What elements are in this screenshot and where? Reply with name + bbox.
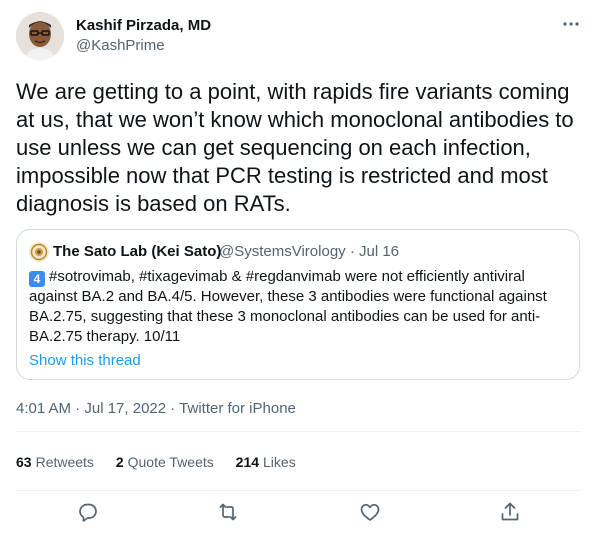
retweets-stat[interactable]: 63 Retweets (16, 452, 94, 472)
quoted-tweet[interactable]: The Sato Lab (Kei Sato) @SystemsVirology… (16, 229, 580, 380)
quote-tweets-count: 2 (115, 454, 124, 470)
likes-count: 214 (235, 454, 260, 470)
reply-icon[interactable] (76, 500, 100, 524)
retweet-icon[interactable] (216, 500, 240, 524)
author-display-name[interactable]: Kashif Pirzada, MD (76, 16, 211, 36)
likes-stat[interactable]: 214 Likes (236, 452, 296, 472)
share-icon[interactable] (498, 500, 522, 524)
retweets-count: 63 (16, 454, 32, 470)
show-thread-link[interactable]: Show this thread (29, 351, 141, 371)
tweet-header: Kashif Pirzada, MD @KashPrime (16, 12, 582, 60)
tweet-timestamp[interactable]: 4:01 AM · Jul 17, 2022 · Twitter for iPh… (16, 399, 296, 419)
quoted-handle-date[interactable]: @SystemsVirology · Jul 16 (219, 242, 399, 262)
author-names: Kashif Pirzada, MD @KashPrime (76, 16, 211, 56)
divider (16, 431, 582, 432)
quoted-avatar[interactable] (29, 242, 49, 262)
action-bar (16, 500, 582, 524)
heart-icon[interactable] (358, 500, 382, 524)
quote-tweets-label: Quote Tweets (127, 454, 214, 470)
retweets-label: Retweets (35, 454, 94, 470)
engagement-stats: 63 Retweets 2 Quote Tweets 214 Likes (16, 452, 314, 472)
quoted-text-body: #sotrovimab, #tixagevimab & #regdanvimab… (29, 268, 547, 345)
quoted-display-name[interactable]: The Sato Lab (Kei Sato) (53, 242, 221, 262)
avatar-image (16, 12, 64, 60)
tweet-text: We are getting to a point, with rapids f… (16, 79, 580, 216)
quoted-tweet-text: 4 #sotrovimab, #tixagevimab & #regdanvima… (29, 267, 559, 347)
quote-tweets-stat[interactable]: 2 Quote Tweets (116, 452, 214, 472)
more-dots-icon[interactable] (560, 16, 582, 32)
author-handle[interactable]: @KashPrime (76, 36, 211, 56)
avatar[interactable] (16, 12, 64, 60)
likes-label: Likes (263, 454, 296, 470)
divider (16, 490, 582, 491)
keycap-icon: 4 (29, 271, 45, 287)
